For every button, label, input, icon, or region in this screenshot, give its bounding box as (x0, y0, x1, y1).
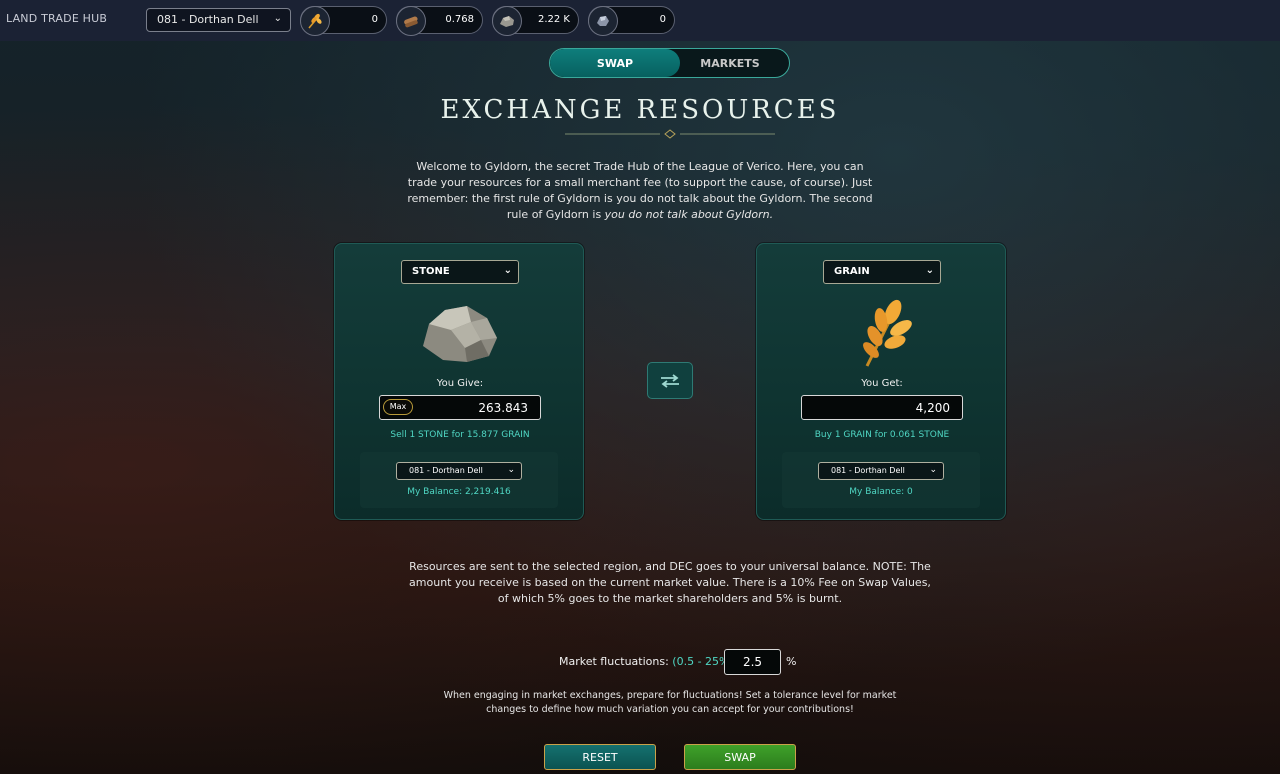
get-region-box: 081 - Dorthan Dell ⌄ My Balance: 0 (782, 452, 980, 508)
grain-icon (863, 299, 912, 367)
get-amount-input[interactable]: 4,200 (801, 395, 963, 420)
give-balance: My Balance: 2,219.416 (407, 487, 511, 497)
give-label: You Give: (436, 378, 484, 389)
give-amount-input[interactable]: Max 263.843 (379, 395, 541, 420)
give-region-select[interactable]: 081 - Dorthan Dell ⌄ (396, 462, 522, 480)
give-amount-value: 263.843 (478, 401, 528, 415)
get-region-select[interactable]: 081 - Dorthan Dell ⌄ (818, 462, 944, 480)
get-region-value: 081 - Dorthan Dell (831, 466, 905, 475)
tab-swap[interactable]: SWAP (550, 49, 680, 77)
give-rate: Sell 1 STONE for 15.877 GRAIN (390, 430, 530, 440)
tolerance-text: When engaging in market exchanges, prepa… (443, 690, 897, 715)
resource-wood: 0.768 (396, 6, 483, 36)
chevron-down-icon: ⌄ (503, 265, 512, 276)
get-balance: My Balance: 0 (849, 487, 913, 497)
get-label: You Get: (861, 378, 903, 389)
title-divider (565, 129, 775, 139)
stone-icon (423, 306, 497, 362)
swap-direction-button[interactable] (647, 362, 693, 399)
get-resource-select[interactable]: GRAIN ⌄ (823, 260, 941, 284)
chevron-down-icon: ⌄ (507, 465, 515, 475)
stone-icon (492, 6, 522, 36)
stone-balance: 2.22 K (537, 14, 570, 25)
fluctuation-input[interactable]: 2.5 (724, 649, 781, 675)
fee-notice: Resources are sent to the selected regio… (409, 560, 931, 605)
reset-button[interactable]: RESET (544, 744, 656, 770)
page-title: EXCHANGE RESOURCES (440, 95, 840, 125)
percent-sign: % (786, 655, 797, 668)
resource-iron: 0 (588, 6, 675, 36)
chevron-down-icon: ⌄ (925, 265, 934, 276)
resource-grain: 0 (300, 6, 387, 36)
intro-text: Welcome to Gyldorn, the secret Trade Hub… (400, 159, 880, 223)
chevron-down-icon: ⌄ (929, 465, 937, 475)
wood-icon (396, 6, 426, 36)
swap-arrows-icon (661, 373, 679, 388)
swap-button[interactable]: SWAP (684, 744, 796, 770)
iron-balance: 0 (659, 14, 666, 25)
resource-stone: 2.22 K (492, 6, 579, 36)
give-resource-select[interactable]: STONE ⌄ (401, 260, 519, 284)
region-select-value: 081 - Dorthan Dell (157, 13, 259, 26)
intro-emphasis: you do not talk about Gyldorn. (604, 208, 774, 221)
get-amount-value: 4,200 (915, 401, 950, 415)
get-rate: Buy 1 GRAIN for 0.061 STONE (814, 430, 950, 440)
get-resource-value: GRAIN (834, 266, 870, 277)
tab-markets[interactable]: MARKETS (670, 49, 789, 77)
give-panel: STONE ⌄ You Give: Max 263.843 Sell 1 STO… (334, 243, 584, 520)
give-region-value: 081 - Dorthan Dell (409, 466, 483, 475)
max-button[interactable]: Max (383, 399, 413, 415)
wood-balance: 0.768 (445, 14, 474, 25)
fluctuation-label-text: Market fluctuations: (559, 655, 669, 668)
iron-icon (588, 6, 618, 36)
grain-balance: 0 (371, 14, 378, 25)
chevron-down-icon: ⌄ (273, 13, 282, 24)
app-title: LAND TRADE HUB (6, 12, 108, 25)
fluctuation-label: Market fluctuations: (0.5 - 25%) (559, 655, 734, 668)
region-select[interactable]: 081 - Dorthan Dell ⌄ (146, 8, 291, 32)
get-panel: GRAIN ⌄ You Get: 4,200 Buy 1 GRAIN for 0… (756, 243, 1006, 520)
mode-tabs: MARKETS SWAP (549, 48, 790, 78)
give-resource-value: STONE (412, 266, 450, 277)
give-region-box: 081 - Dorthan Dell ⌄ My Balance: 2,219.4… (360, 452, 558, 508)
top-bar: LAND TRADE HUB 081 - Dorthan Dell ⌄ 0 0.… (0, 0, 1280, 41)
grain-icon (300, 6, 330, 36)
